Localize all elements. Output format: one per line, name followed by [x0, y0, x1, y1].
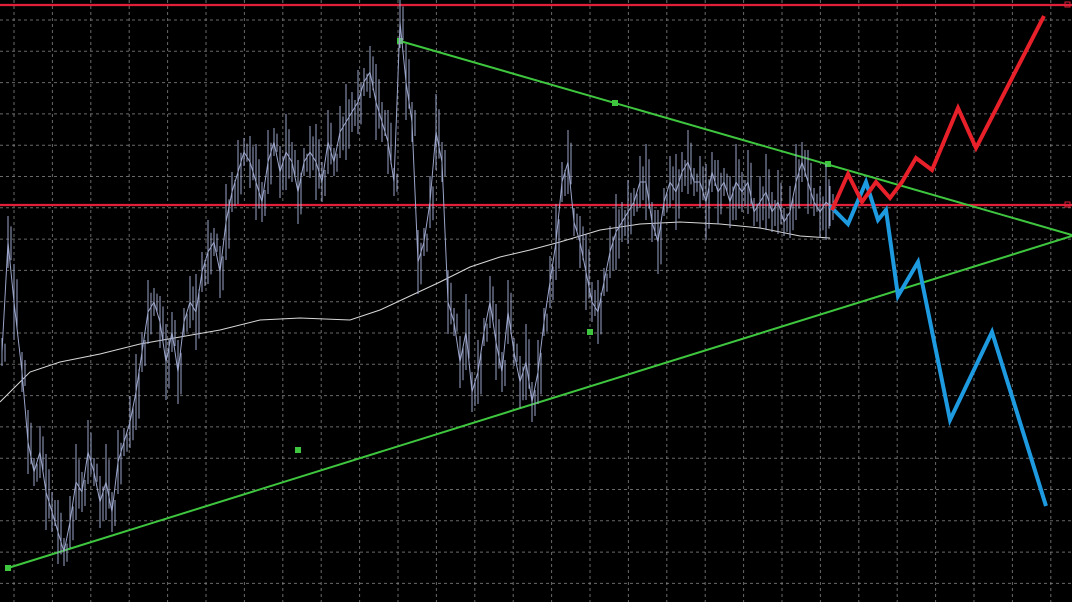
trendline-anchor-handle[interactable] — [5, 565, 11, 571]
chart-background — [0, 0, 1072, 602]
trendline-anchor-handle[interactable] — [295, 447, 301, 453]
trendline-anchor-handle[interactable] — [587, 329, 593, 335]
trading-chart[interactable] — [0, 0, 1072, 602]
chart-canvas[interactable] — [0, 0, 1072, 602]
trendline-anchor-handle[interactable] — [612, 100, 618, 106]
